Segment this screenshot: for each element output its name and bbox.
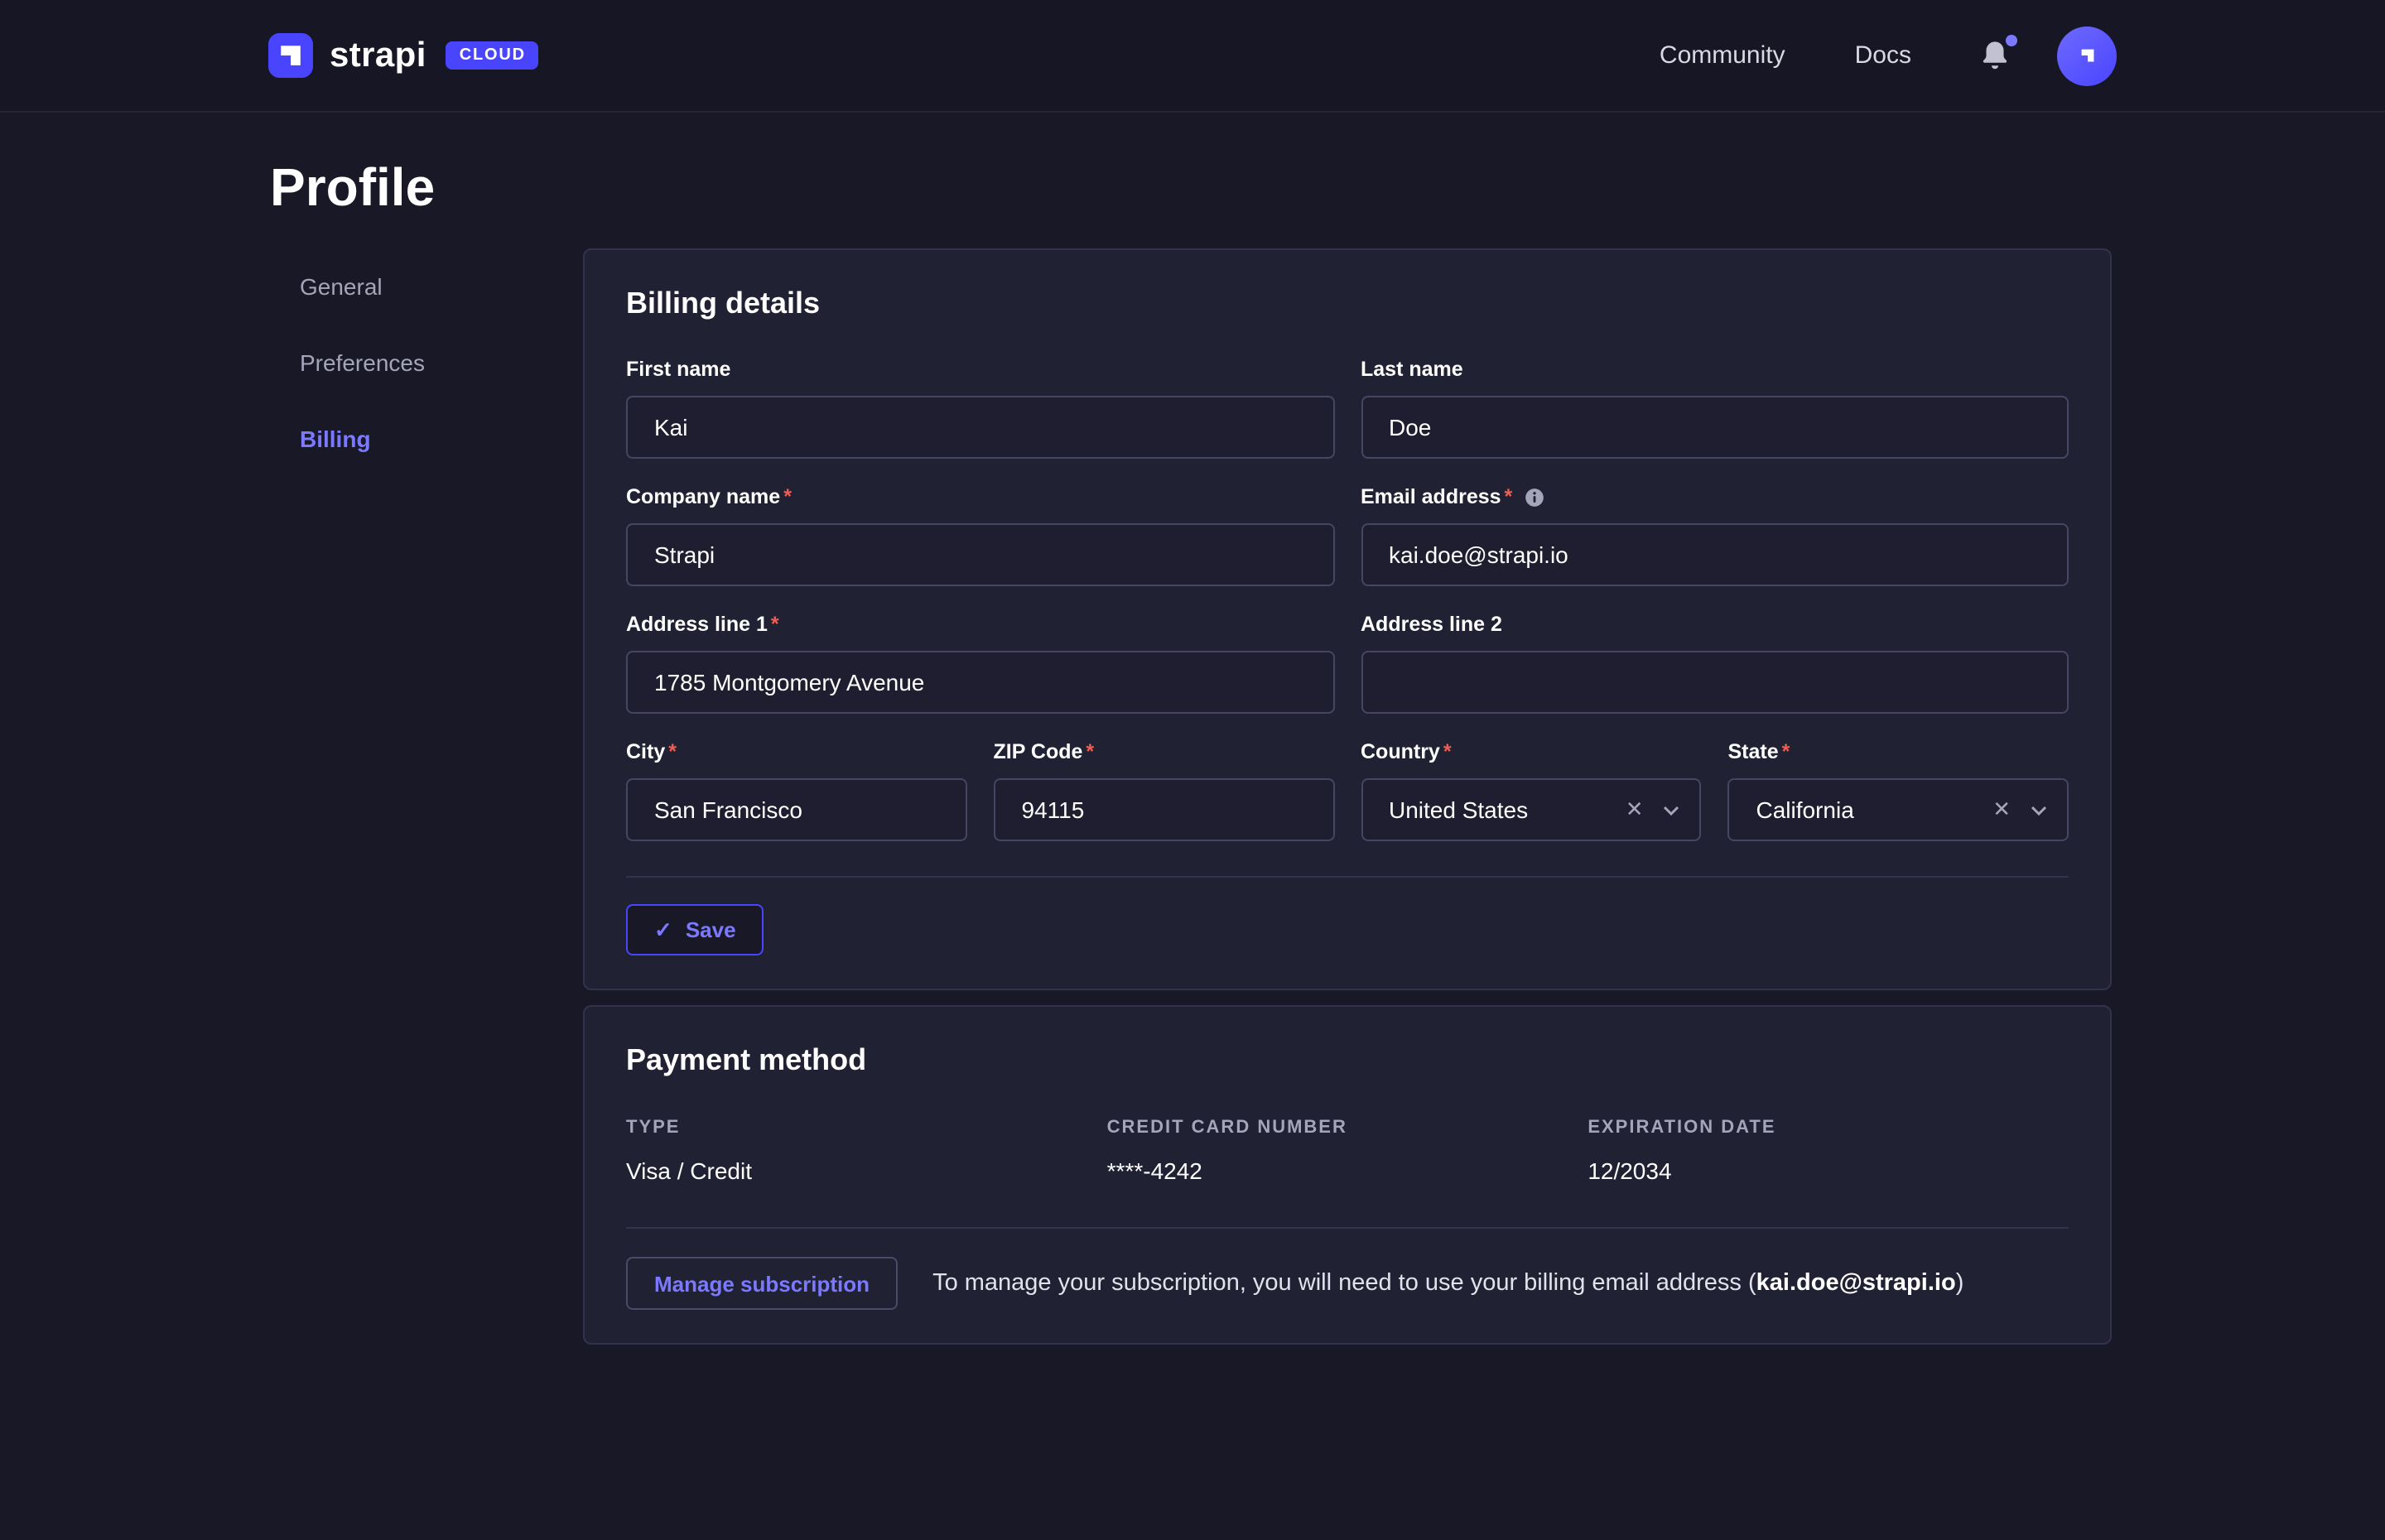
- payment-type-value: Visa / Credit: [626, 1157, 1107, 1184]
- email-address-field: Email address *: [1361, 485, 2069, 586]
- credit-card-label: CREDIT CARD NUMBER: [1107, 1118, 1588, 1138]
- card-divider: [626, 1227, 2069, 1229]
- expiration-col: EXPIRATION DATE 12/2034: [1588, 1118, 2069, 1184]
- clear-icon[interactable]: ✕: [1626, 796, 1644, 823]
- company-name-input[interactable]: [626, 523, 1334, 586]
- app-viewport: strapi CLOUD Community Docs Profile: [0, 0, 2385, 1540]
- required-asterisk: *: [783, 485, 792, 510]
- address-line2-input[interactable]: [1361, 651, 2069, 714]
- last-name-input[interactable]: [1361, 396, 2069, 459]
- cloud-badge: CLOUD: [446, 41, 539, 70]
- payment-type-label: TYPE: [626, 1118, 1107, 1138]
- notifications-bell-icon[interactable]: [1978, 37, 2014, 74]
- email-address-label: Email address: [1361, 485, 1501, 510]
- country-field: Country * United States ✕: [1361, 740, 1702, 841]
- address-line1-field: Address line 1 *: [626, 613, 1334, 714]
- required-asterisk: *: [1086, 740, 1094, 765]
- expiration-label: EXPIRATION DATE: [1588, 1118, 2069, 1138]
- user-avatar[interactable]: [2057, 26, 2117, 85]
- chevron-down-icon: [2031, 804, 2047, 816]
- zip-code-input[interactable]: [994, 778, 1335, 841]
- first-name-field: First name: [626, 358, 1334, 459]
- city-label: City: [626, 740, 665, 765]
- billing-email-text: kai.doe@strapi.io: [1756, 1270, 1956, 1297]
- state-field: State * California ✕: [1728, 740, 2069, 841]
- profile-sidebar: General Preferences Billing: [270, 248, 583, 477]
- credit-card-value: ****-4242: [1107, 1157, 1588, 1184]
- main-content: Profile General Preferences Billing Bill…: [0, 113, 2385, 1345]
- city-field: City *: [626, 740, 967, 841]
- brand-link[interactable]: strapi CLOUD: [268, 33, 539, 78]
- company-name-label: Company name: [626, 485, 780, 510]
- note-prefix: To manage your subscription, you will ne…: [932, 1270, 1756, 1297]
- required-asterisk: *: [771, 613, 779, 638]
- credit-card-col: CREDIT CARD NUMBER ****-4242: [1107, 1118, 1588, 1184]
- billing-details-card: Billing details First name Last name: [583, 248, 2112, 990]
- clear-icon[interactable]: ✕: [1992, 796, 2011, 823]
- billing-details-title: Billing details: [626, 286, 2069, 321]
- payment-method-card: Payment method TYPE Visa / Credit CREDIT…: [583, 1005, 2112, 1345]
- first-name-label: First name: [626, 358, 730, 383]
- top-navbar: strapi CLOUD Community Docs: [0, 0, 2385, 113]
- payment-method-title: Payment method: [626, 1043, 2069, 1078]
- first-name-input[interactable]: [626, 396, 1334, 459]
- state-combobox[interactable]: California ✕: [1728, 778, 2069, 841]
- zip-code-label: ZIP Code: [994, 740, 1083, 765]
- company-name-field: Company name *: [626, 485, 1334, 586]
- required-asterisk: *: [1505, 485, 1513, 510]
- card-divider: [626, 876, 2069, 878]
- manage-subscription-button[interactable]: Manage subscription: [626, 1257, 898, 1310]
- save-button[interactable]: ✓ Save: [626, 904, 764, 955]
- address-line1-input[interactable]: [626, 651, 1334, 714]
- required-asterisk: *: [1443, 740, 1452, 765]
- country-combobox[interactable]: United States ✕: [1361, 778, 1702, 841]
- manage-subscription-row: Manage subscription To manage your subsc…: [626, 1257, 2069, 1310]
- save-button-label: Save: [686, 917, 736, 942]
- address-line2-label: Address line 2: [1361, 613, 1502, 638]
- address-line1-label: Address line 1: [626, 613, 768, 638]
- strapi-logo-icon: [268, 33, 313, 78]
- country-label: Country: [1361, 740, 1440, 765]
- email-info-icon[interactable]: [1524, 487, 1545, 508]
- nav-link-community[interactable]: Community: [1660, 41, 1785, 70]
- nav-link-docs[interactable]: Docs: [1855, 41, 1911, 70]
- city-input[interactable]: [626, 778, 967, 841]
- state-value: California: [1756, 796, 1980, 823]
- email-address-input[interactable]: [1361, 523, 2069, 586]
- check-icon: ✓: [654, 919, 672, 941]
- chevron-down-icon: [1664, 804, 1680, 816]
- brand-name: strapi: [330, 36, 426, 75]
- state-label: State: [1728, 740, 1779, 765]
- sidebar-item-general[interactable]: General: [270, 248, 583, 325]
- country-value: United States: [1389, 796, 1612, 823]
- payment-type-col: TYPE Visa / Credit: [626, 1118, 1107, 1184]
- page-title: Profile: [270, 156, 2112, 219]
- payment-summary: TYPE Visa / Credit CREDIT CARD NUMBER **…: [626, 1118, 2069, 1184]
- manage-subscription-note: To manage your subscription, you will ne…: [932, 1270, 1963, 1297]
- notification-dot: [2006, 34, 2017, 46]
- expiration-value: 12/2034: [1588, 1157, 2069, 1184]
- sidebar-item-preferences[interactable]: Preferences: [270, 325, 583, 401]
- last-name-label: Last name: [1361, 358, 1463, 383]
- required-asterisk: *: [668, 740, 677, 765]
- zip-code-field: ZIP Code *: [994, 740, 1335, 841]
- sidebar-item-billing[interactable]: Billing: [270, 401, 583, 477]
- required-asterisk: *: [1782, 740, 1790, 765]
- last-name-field: Last name: [1361, 358, 2069, 459]
- navbar-right: Community Docs: [1590, 26, 2117, 85]
- address-line2-field: Address line 2: [1361, 613, 2069, 714]
- note-suffix: ): [1956, 1270, 1964, 1297]
